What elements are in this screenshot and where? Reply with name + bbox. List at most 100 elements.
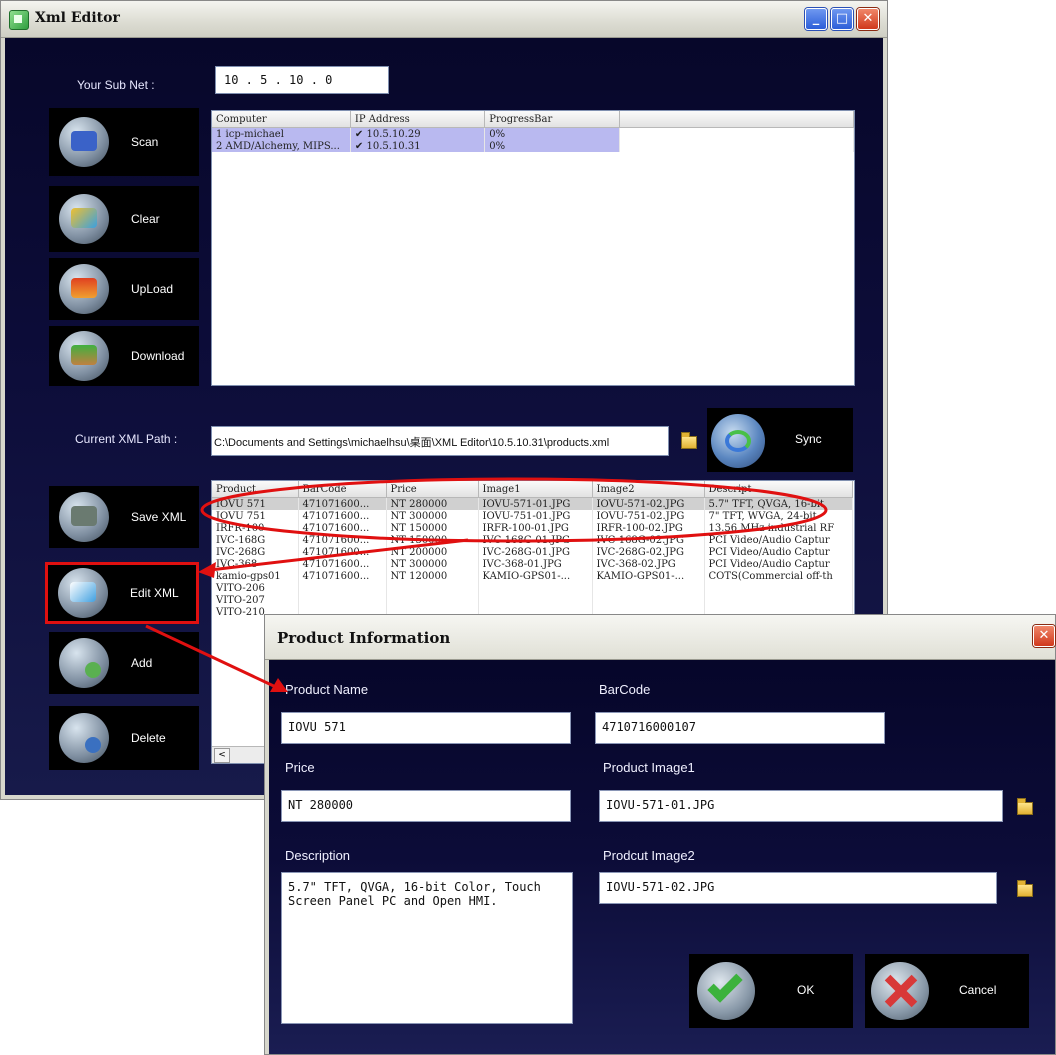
computer-row[interactable]: 1 icp-michael ✔ 10.5.10.29 0% — [212, 127, 854, 140]
subnet-input[interactable]: 10 . 5 . 10 . 0 — [215, 66, 389, 94]
folder-icon[interactable] — [1017, 880, 1033, 897]
progress-value: 0% — [484, 140, 620, 152]
image2-label: Prodcut Image2 — [603, 848, 695, 863]
save-xml-button[interactable]: Save XML — [49, 486, 199, 548]
maximize-button[interactable]: □ — [831, 8, 853, 30]
product-cell: IRFR-100 — [212, 522, 299, 534]
sync-button[interactable]: Sync — [707, 408, 853, 472]
clear-button[interactable]: Clear — [49, 186, 199, 252]
products-col-header[interactable]: BarCode — [298, 481, 387, 498]
product-cell: PCI Video/Audio Captur — [704, 558, 853, 570]
product-cell: COTS(Commercial off-th — [704, 570, 853, 582]
product-name-input[interactable]: IOVU 571 — [281, 712, 571, 744]
upload-icon — [59, 264, 109, 314]
checkbox-icon[interactable]: ✔ — [355, 129, 363, 140]
product-cell: IOVU-751-02.JPG — [592, 510, 705, 522]
folder-icon[interactable] — [1017, 798, 1033, 815]
product-row[interactable]: IVC-268G 471071600... NT 200000 IVC-268G-01… — [212, 546, 853, 558]
edit-xml-button[interactable]: Edit XML — [45, 562, 199, 624]
product-cell: NT 300000 — [386, 558, 479, 570]
products-col-header[interactable]: Price — [386, 481, 479, 498]
ok-button[interactable]: OK — [689, 954, 853, 1028]
computer-row[interactable]: 2 AMD/Alchemy, MIPS... ✔ 10.5.10.31 0% — [212, 140, 854, 152]
delete-label: Delete — [131, 731, 166, 745]
delete-button[interactable]: Delete — [49, 706, 199, 770]
app-icon — [9, 10, 29, 30]
product-cell: IVC-368-01.JPG — [478, 558, 593, 570]
xml-path-input[interactable]: C:\Documents and Settings\michaelhsu\桌面\… — [211, 426, 669, 456]
products-col-header[interactable]: Product — [212, 481, 299, 498]
product-cell — [478, 594, 593, 606]
col-progressbar[interactable]: ProgressBar — [484, 111, 620, 128]
product-row[interactable]: IRFR-100 471071600... NT 150000 IRFR-100-01… — [212, 522, 853, 534]
product-cell: 471071600... — [298, 570, 387, 582]
barcode-label: BarCode — [599, 682, 651, 697]
product-cell: NT 300000 — [386, 510, 479, 522]
description-label: Description — [285, 848, 351, 863]
download-label: Download — [131, 349, 185, 363]
checkbox-icon[interactable]: ✔ — [355, 141, 363, 152]
product-cell: IVC-368-02.JPG — [592, 558, 705, 570]
clear-label: Clear — [131, 212, 160, 226]
cancel-x-icon — [871, 962, 929, 1020]
ip-address: 10.5.10.29 — [366, 128, 421, 140]
scan-icon — [59, 117, 109, 167]
product-cell: NT 150000 — [386, 534, 479, 546]
upload-button[interactable]: UpLoad — [49, 258, 199, 320]
minimize-button[interactable]: _ — [805, 8, 827, 30]
sync-icon — [711, 414, 765, 468]
image1-input[interactable]: IOVU-571-01.JPG — [599, 790, 1003, 822]
image1-label: Product Image1 — [603, 760, 695, 775]
folder-icon[interactable] — [681, 432, 697, 449]
product-row[interactable]: IOVU 571 471071600... NT 280000 IOVU-571-01… — [212, 497, 853, 510]
dialog-close-button[interactable]: ✕ — [1033, 625, 1055, 647]
product-cell: IRFR-100-01.JPG — [478, 522, 593, 534]
progress-value: 0% — [484, 127, 620, 140]
col-ip-address[interactable]: IP Address — [350, 111, 486, 128]
ok-check-icon — [697, 962, 755, 1020]
product-cell: IVC-168G — [212, 534, 299, 546]
computer-name: 1 icp-michael — [212, 127, 351, 140]
product-cell: NT 150000 — [386, 522, 479, 534]
product-cell — [386, 582, 479, 594]
title-bar: Xml Editor _ □ ✕ — [1, 1, 887, 38]
product-cell: 471071600... — [298, 534, 387, 546]
product-cell: VITO-207 — [212, 594, 299, 606]
product-row[interactable]: VITO-206 — [212, 582, 853, 594]
product-cell: NT 200000 — [386, 546, 479, 558]
price-input[interactable]: NT 280000 — [281, 790, 571, 822]
product-row[interactable]: IOVU 751 471071600... NT 300000 IOVU-751-01… — [212, 510, 853, 522]
product-cell: IVC-168G-02.JPG — [592, 534, 705, 546]
scroll-left-button[interactable]: < — [214, 748, 230, 763]
product-cell: IVC-368 — [212, 558, 299, 570]
products-col-header[interactable]: Image1 — [478, 481, 593, 498]
cancel-button[interactable]: Cancel — [865, 954, 1029, 1028]
product-cell: NT 280000 — [386, 497, 479, 510]
product-cell — [592, 582, 705, 594]
product-cell: IVC-268G-02.JPG — [592, 546, 705, 558]
description-input[interactable]: 5.7" TFT, QVGA, 16-bit Color, Touch Scre… — [281, 872, 573, 1024]
product-cell: 13.56 MHz industrial RF — [704, 522, 853, 534]
upload-label: UpLoad — [131, 282, 174, 296]
product-cell — [704, 582, 853, 594]
download-button[interactable]: Download — [49, 326, 199, 386]
add-button[interactable]: Add — [49, 632, 199, 694]
delete-icon — [59, 713, 109, 763]
products-col-header[interactable]: Descript — [704, 481, 853, 498]
scan-button[interactable]: Scan — [49, 108, 199, 176]
product-row[interactable]: kamio-gps01 471071600... NT 120000 KAMIO-GP… — [212, 570, 853, 582]
image2-input[interactable]: IOVU-571-02.JPG — [599, 872, 997, 904]
barcode-input[interactable]: 4710716000107 — [595, 712, 885, 744]
ok-label: OK — [797, 983, 815, 997]
product-row[interactable]: VITO-207 — [212, 594, 853, 606]
product-cell: KAMIO-GPS01-... — [592, 570, 705, 582]
sync-label: Sync — [795, 432, 822, 446]
scan-label: Scan — [131, 135, 159, 149]
close-button[interactable]: ✕ — [857, 8, 879, 30]
col-computer[interactable]: Computer — [212, 111, 351, 128]
product-row[interactable]: IVC-368 471071600... NT 300000 IVC-368-01.J… — [212, 558, 853, 570]
product-row[interactable]: IVC-168G 471071600... NT 150000 IVC-168G-01… — [212, 534, 853, 546]
product-cell: IRFR-100-02.JPG — [592, 522, 705, 534]
products-col-header[interactable]: Image2 — [592, 481, 705, 498]
cancel-label: Cancel — [959, 983, 997, 997]
